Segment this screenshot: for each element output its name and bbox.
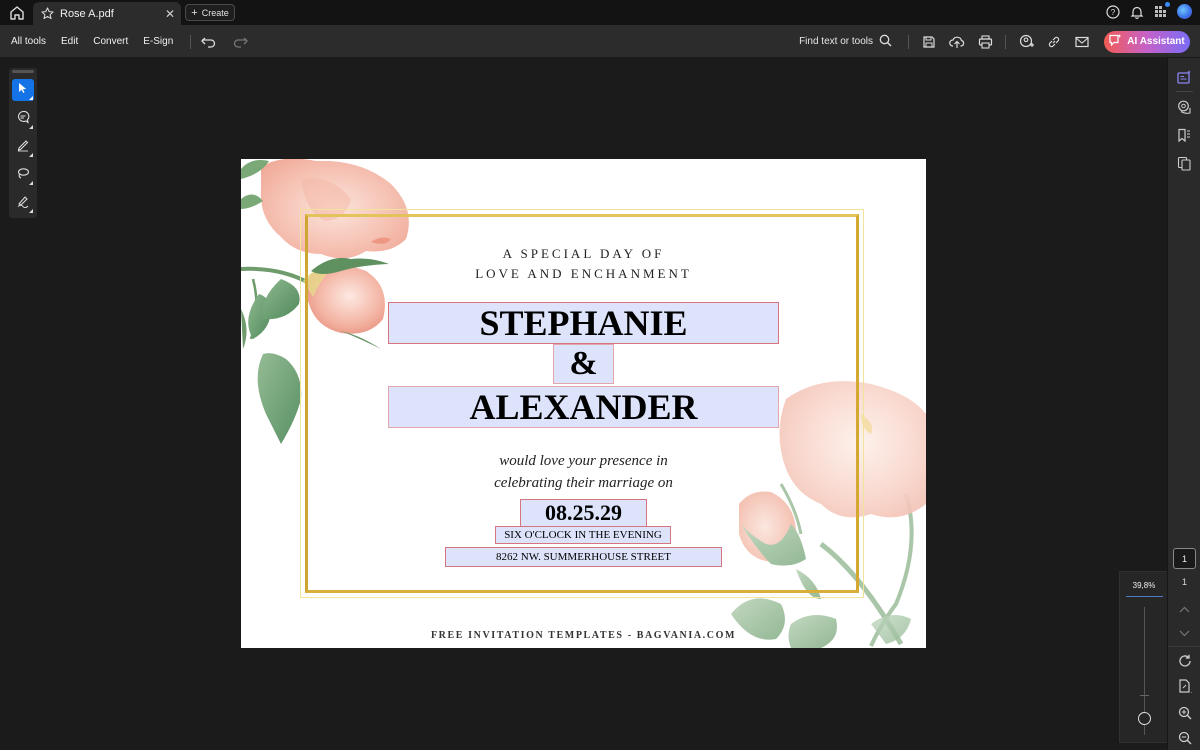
mail-icon[interactable] [1074,34,1090,50]
right-rail: 1 1 [1167,58,1200,750]
more-indicator [29,96,33,100]
zoom-in-icon[interactable] [1176,704,1193,721]
tab-bar: Rose A.pdf ✕ + Create ? [0,0,1200,25]
zoom-slider-tick [1140,695,1149,696]
lasso-tool[interactable] [12,164,34,186]
drag-handle[interactable] [12,70,34,73]
document-tab[interactable]: Rose A.pdf ✕ [33,2,181,25]
pencil-icon [16,138,30,157]
home-icon[interactable] [8,4,26,22]
form-field-name2[interactable]: ALEXANDER [388,386,779,428]
more-indicator [29,209,33,213]
more-indicator [29,153,33,157]
form-field-date[interactable]: 08.25.29 [520,499,647,527]
divider [1005,34,1006,49]
create-button[interactable]: + Create [185,4,235,21]
bookmarks-icon[interactable] [1176,127,1193,144]
menu-convert[interactable]: Convert [93,36,128,47]
notification-dot [1165,2,1170,7]
svg-text:?: ? [1110,8,1115,17]
signature-icon [16,194,30,213]
search-icon [879,34,892,50]
pages-icon[interactable] [1176,155,1193,172]
chevron-up-icon[interactable] [1176,601,1193,618]
select-tool[interactable] [12,79,34,101]
draw-tool[interactable] [12,136,34,158]
ai-assistant-button[interactable]: AI Assistant [1104,30,1190,53]
zoom-value-input[interactable]: 39,8% [1120,581,1168,590]
footer-credit: FREE INVITATION TEMPLATES - BAGVANIA.COM [430,630,737,641]
comment-tool[interactable] [12,108,34,130]
divider [908,34,909,49]
current-page-input[interactable]: 1 [1173,548,1196,569]
find-tools-search[interactable]: Find text or tools [799,34,892,50]
menu-all-tools[interactable]: All tools [11,36,46,47]
form-field-name1[interactable]: STEPHANIE [388,302,779,344]
form-field-time[interactable]: SIX O'CLOCK IN THE EVENING [495,526,671,544]
comments-icon[interactable] [1176,99,1193,116]
divider [1176,91,1193,92]
redo-icon[interactable] [232,34,249,50]
quick-tools-panel [9,68,37,218]
help-icon[interactable]: ? [1105,4,1120,19]
comment-icon [16,110,30,129]
form-field-address[interactable]: 8262 NW. SUMMERHOUSE STREET [445,547,722,567]
undo-icon[interactable] [201,34,217,50]
page-settings-icon[interactable] [1176,678,1193,695]
form-field-ampersand[interactable]: & [553,344,614,384]
rotate-icon[interactable] [1176,652,1193,669]
divider [1168,646,1200,647]
bell-icon[interactable] [1129,4,1144,19]
ai-panel-icon[interactable] [1176,68,1193,85]
invite-line-1: would love your presence in [499,453,668,469]
link-icon[interactable] [1046,34,1062,50]
divider [190,34,192,49]
menu-esign[interactable]: E-Sign [143,36,173,47]
sign-tool[interactable] [12,192,34,214]
close-icon[interactable]: ✕ [165,7,175,21]
menu-edit[interactable]: Edit [61,36,78,47]
zoom-panel: 39,8% [1119,571,1167,743]
create-label: Create [201,7,229,18]
subtitle-line-2: LOVE AND ENCHANMENT [475,266,692,281]
avatar[interactable] [1177,4,1192,19]
save-icon[interactable] [921,34,937,50]
upload-icon[interactable] [949,34,965,50]
print-icon[interactable] [977,34,993,50]
ai-assistant-icon [1109,34,1122,49]
star-icon[interactable] [41,7,54,20]
more-indicator [29,125,33,129]
more-indicator [29,181,33,185]
subtitle-line-1: A SPECIAL DAY OF [502,246,665,261]
cursor-icon [17,81,29,99]
lasso-icon [16,166,30,185]
share-icon[interactable] [1018,34,1034,50]
ai-assistant-label: AI Assistant [1127,36,1185,47]
pdf-page: A SPECIAL DAY OF LOVE AND ENCHANMENT STE… [241,159,926,648]
total-pages: 1 [1181,577,1187,587]
plus-icon: + [191,6,198,19]
chevron-down-icon[interactable] [1176,625,1193,642]
find-label: Find text or tools [799,36,873,47]
zoom-out-icon[interactable] [1176,729,1193,746]
apps-icon[interactable] [1153,2,1170,19]
invite-line-2: celebrating their marriage on [494,475,673,491]
zoom-slider-thumb[interactable] [1138,712,1151,725]
zoom-input-underline [1126,596,1163,597]
main-toolbar: All tools Edit Convert E-Sign Find text … [0,25,1200,58]
tab-title: Rose A.pdf [60,7,114,20]
